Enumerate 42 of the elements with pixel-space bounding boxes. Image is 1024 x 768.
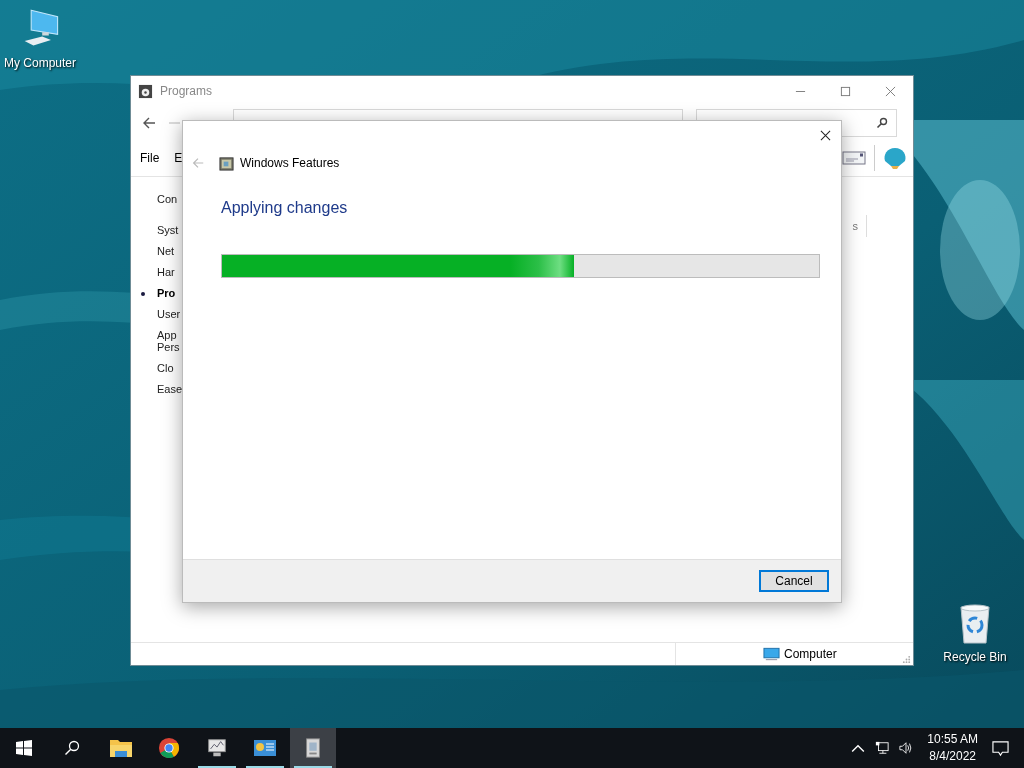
maximize-icon[interactable] [840,85,851,97]
sidebar-item[interactable]: Clo [137,362,183,374]
link-text[interactable]: s [852,220,858,232]
sidebar-item[interactable]: Pro [137,287,183,299]
search-icon[interactable] [64,740,80,756]
browser-icon [157,737,181,759]
menu-item[interactable]: File [140,151,160,165]
sidebar-item[interactable]: App Pers [137,329,183,353]
monitor-chart-icon [205,737,229,759]
back-arrow-icon[interactable] [141,115,157,131]
sidebar-item[interactable]: Syst [137,224,183,236]
clock[interactable]: 10:55 AM 8/4/2022 [927,731,978,765]
cancel-button[interactable]: Cancel [759,570,829,592]
clock-date: 8/4/2022 [929,748,976,765]
control-panel-icon [253,737,277,759]
close-icon[interactable] [820,129,831,141]
folder-icon [109,737,133,759]
sidebar-item[interactable]: Net [137,245,183,257]
dialog-heading: Applying changes [221,199,349,217]
dialog-title: Windows Features [240,156,340,170]
search-icon [876,117,888,129]
status-location: Computer [784,647,837,661]
resize-grip-icon[interactable] [902,654,911,664]
network-icon[interactable] [875,741,890,755]
desktop-icon-label[interactable]: My Computer [4,56,76,70]
sidebar-item[interactable]: Ease [137,383,183,395]
card-icon[interactable] [842,150,866,166]
windows-logo-icon[interactable] [16,740,32,756]
notification-icon[interactable] [992,739,1009,757]
features-icon [219,155,234,171]
menu-item[interactable]: E [174,151,183,165]
window-title: Programs [160,84,212,98]
sidebar-item[interactable]: Con [137,193,183,205]
cd-drive-icon [138,83,153,99]
shell-icon[interactable] [883,146,907,170]
sidebar-item[interactable]: User [137,308,183,320]
clock-time: 10:55 AM [927,731,978,748]
sidebar-item[interactable]: Har [137,266,183,278]
taskbar-app[interactable] [290,728,336,768]
monitor-icon [763,647,780,661]
desktop-icon-label[interactable]: Recycle Bin [943,650,1007,664]
speaker-icon[interactable] [899,741,914,755]
